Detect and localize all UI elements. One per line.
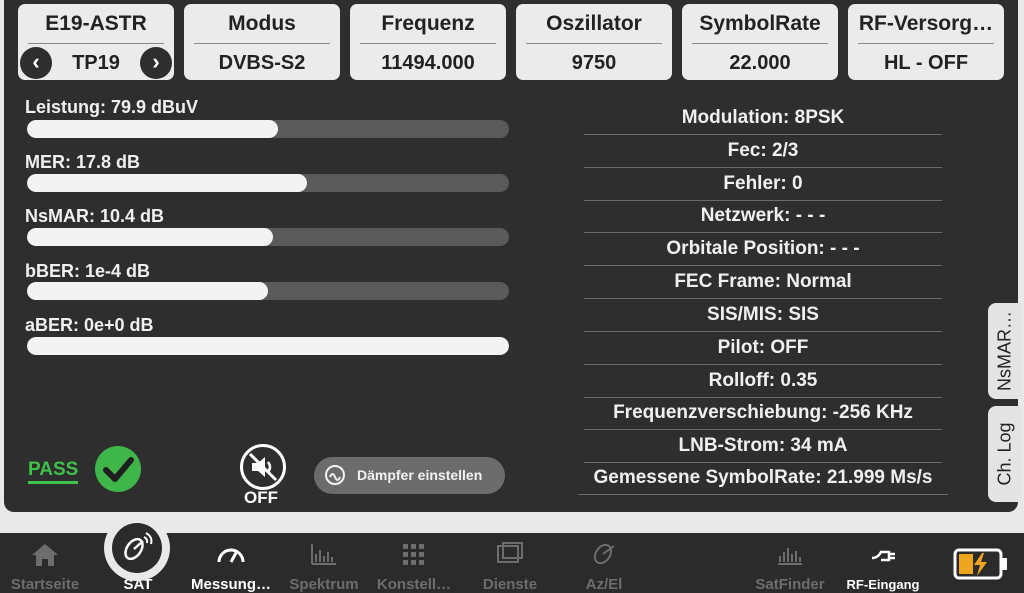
nav-azel-label: Az/El [585, 576, 623, 593]
gauge-icon [217, 548, 245, 563]
nsmar-label: NsMAR: 10.4 dB [25, 206, 165, 226]
prev-transponder-button[interactable]: ‹ [20, 47, 52, 79]
home-icon [32, 544, 58, 566]
nav-home-label: Startseite [10, 576, 80, 593]
rolloff-info: Rolloff: 0.35 [584, 365, 942, 398]
bber-bar-fill [27, 282, 268, 300]
aber-bar-fill [27, 337, 509, 355]
aber-bar [27, 337, 509, 355]
aber-label: aBER: 0e+0 dB [25, 315, 154, 335]
pilot-info: Pilot: OFF [584, 332, 942, 365]
nsmar-bar [27, 228, 509, 246]
card-divider [28, 43, 164, 44]
rf-supply-title: RF-Versorg… [858, 12, 994, 35]
error-info: Fehler: 0 [584, 168, 942, 201]
lnb-current-info: LNB-Strom: 34 mA [584, 430, 942, 463]
satellite-icon[interactable] [112, 523, 162, 573]
frequency-value: 11494.000 [381, 52, 475, 74]
attenuator-button-label: Dämpfer einstellen [357, 467, 483, 483]
main-panel: E19-ASTR TP19 ‹ › Modus DVBS-S2 Frequenz… [4, 0, 1018, 512]
nsmar-side-tab-label: NsMAR… [994, 311, 1015, 391]
nav-rf-input-label: RF-Eingang [846, 577, 920, 592]
mode-card[interactable]: Modus DVBS-S2 [184, 4, 340, 80]
nav-measurement[interactable]: Messung… [186, 533, 276, 593]
satellite-title: E19-ASTR [45, 12, 147, 35]
card-divider [858, 43, 994, 44]
card-divider [360, 43, 496, 44]
symbolrate-value: 22.000 [729, 52, 791, 74]
oscillator-title: Oszillator [546, 12, 642, 35]
attenuator-settings-button[interactable]: Dämpfer einstellen [314, 457, 505, 494]
frequency-title: Frequenz [381, 12, 475, 35]
fec-info: Fec: 2/3 [584, 135, 942, 168]
plug-icon [871, 550, 895, 562]
attenuator-icon [325, 465, 345, 485]
mer-bar-fill [27, 174, 307, 192]
nsmar-side-tab[interactable]: NsMAR… [988, 303, 1022, 399]
fec-frame-info: FEC Frame: Normal [584, 266, 942, 299]
dish-icon [593, 543, 615, 565]
constellation-icon [403, 544, 424, 565]
nav-rf-input[interactable]: RF-Eingang [838, 533, 928, 593]
card-divider [526, 43, 662, 44]
battery-status [946, 533, 1016, 593]
battery-charging-icon [953, 548, 1007, 580]
nav-constellation-label: Konstell… [376, 576, 452, 593]
check-icon [95, 446, 141, 492]
oscillator-value: 9750 [571, 52, 617, 74]
card-divider [194, 43, 330, 44]
oscillator-card[interactable]: Oszillator 9750 [516, 4, 672, 80]
channel-log-side-tab-label: Ch. Log [994, 422, 1015, 486]
rf-supply-value: HL - OFF [883, 52, 969, 74]
modulation-info: Modulation: 8PSK [584, 102, 942, 135]
mode-title: Modus [228, 12, 296, 35]
audio-state-label: OFF [244, 488, 278, 507]
orbital-position-info: Orbitale Position: - - - [584, 233, 942, 266]
network-info: Netzwerk: - - - [584, 200, 942, 233]
symbolrate-card[interactable]: SymbolRate 22.000 [682, 4, 838, 80]
bber-label: bBER: 1e-4 dB [25, 261, 151, 281]
mode-value: DVBS-S2 [218, 52, 306, 74]
spectrum-icon [311, 544, 336, 565]
nav-spectrum[interactable]: Spektrum [284, 533, 364, 593]
power-bar [27, 120, 509, 138]
nav-constellation[interactable]: Konstell… [372, 533, 456, 593]
bber-bar [27, 282, 509, 300]
nav-measurement-label: Messung… [190, 576, 271, 593]
nav-home[interactable]: Startseite [0, 533, 90, 593]
power-bar-fill [27, 120, 278, 138]
nav-services[interactable]: Dienste [470, 533, 550, 593]
channel-log-side-tab[interactable]: Ch. Log [988, 406, 1022, 502]
nav-satfinder[interactable]: SatFinder [748, 533, 832, 593]
nav-satfinder-label: SatFinder [755, 576, 825, 593]
sis-mis-info: SIS/MIS: SIS [584, 299, 942, 332]
nsmar-bar-fill [27, 228, 273, 246]
frequency-card[interactable]: Frequenz 11494.000 [350, 4, 506, 80]
nav-services-label: Dienste [482, 576, 538, 593]
next-transponder-button[interactable]: › [140, 47, 172, 79]
symbolrate-title: SymbolRate [699, 12, 821, 35]
mer-label: MER: 17.8 dB [25, 152, 141, 172]
nav-spectrum-label: Spektrum [289, 576, 359, 593]
frequency-offset-info: Frequenzverschiebung: -256 KHz [584, 397, 942, 430]
mer-bar [27, 174, 509, 192]
satellite-card[interactable]: E19-ASTR TP19 ‹ › [18, 4, 174, 80]
card-divider [692, 43, 828, 44]
pass-label: PASS [28, 459, 79, 484]
services-icon [497, 542, 523, 563]
nav-azel[interactable]: Az/El [566, 533, 642, 593]
power-label: Leistung: 79.9 dBuV [25, 97, 199, 117]
rf-supply-card[interactable]: RF-Versorg… HL - OFF [848, 4, 1004, 80]
measured-symbolrate-info: Gemessene SymbolRate: 21.999 Ms/s [578, 462, 948, 495]
speaker-muted-icon[interactable] [240, 444, 286, 490]
satfinder-icon [778, 548, 802, 565]
